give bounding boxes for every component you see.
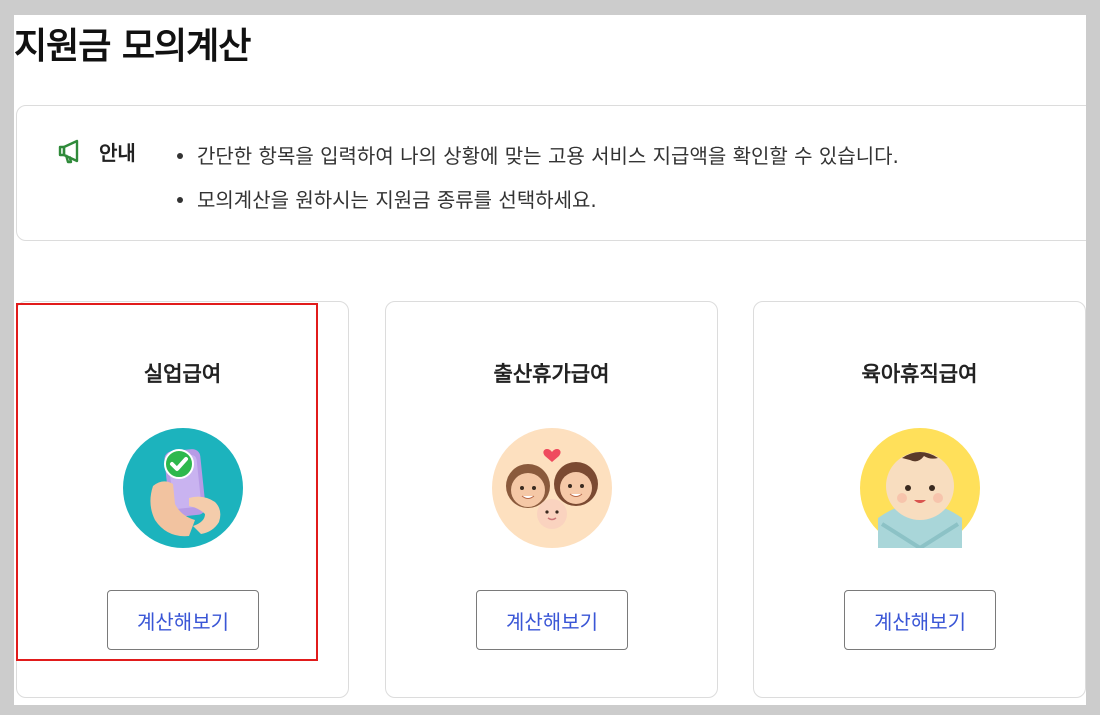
calculate-button[interactable]: 계산해보기	[844, 590, 996, 650]
notice-header: 안내	[55, 136, 136, 166]
bullet-icon	[177, 153, 183, 159]
calculate-button[interactable]: 계산해보기	[476, 590, 628, 650]
swaddled-baby-icon	[860, 428, 980, 548]
notice-label: 안내	[99, 140, 136, 165]
card-unemployment-benefit[interactable]: 실업급여 계산해보기	[16, 301, 349, 698]
benefit-card-list: 실업급여 계산해보기 출산휴가급여 계산해보기 육아휴직급여 계산해보기	[14, 301, 1086, 701]
megaphone-icon	[55, 136, 85, 166]
notice-item: 간단한 항목을 입력하여 나의 상황에 맞는 고용 서비스 지급액을 확인할 수…	[177, 134, 899, 178]
phone-check-hand-icon	[123, 428, 243, 548]
family-baby-heart-icon	[492, 428, 612, 548]
card-title: 출산휴가급여	[493, 362, 610, 386]
page: 지원금 모의계산 안내 간단한 항목을 입력하여 나의 상황에 맞는 고용 서비…	[14, 15, 1086, 705]
card-maternity-leave-benefit[interactable]: 출산휴가급여 계산해보기	[385, 301, 718, 698]
page-title: 지원금 모의계산	[14, 26, 251, 67]
calculate-button[interactable]: 계산해보기	[107, 590, 259, 650]
card-title: 실업급여	[143, 362, 222, 386]
notice-box: 안내 간단한 항목을 입력하여 나의 상황에 맞는 고용 서비스 지급액을 확인…	[16, 105, 1086, 241]
notice-item: 모의계산을 원하시는 지원금 종류를 선택하세요.	[177, 178, 899, 222]
notice-list: 간단한 항목을 입력하여 나의 상황에 맞는 고용 서비스 지급액을 확인할 수…	[177, 134, 899, 222]
bullet-icon	[177, 197, 183, 203]
card-parental-leave-benefit[interactable]: 육아휴직급여 계산해보기	[753, 301, 1086, 698]
card-title: 육아휴직급여	[861, 362, 978, 386]
